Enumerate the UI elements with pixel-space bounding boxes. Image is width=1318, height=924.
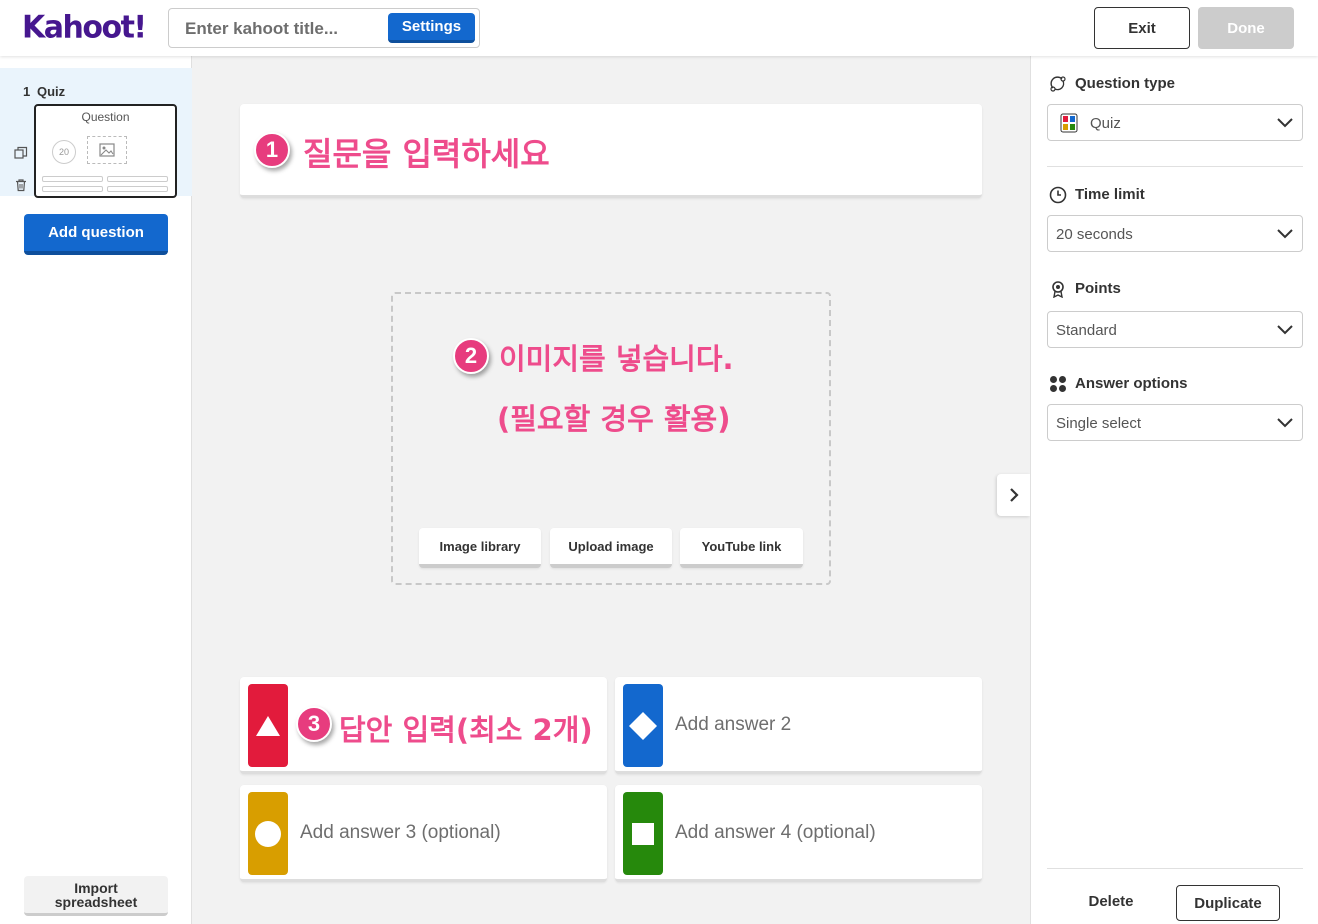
top-bar: Kahoot! Enter kahoot title... Settings E… — [0, 0, 1318, 56]
duplicate-icon[interactable] — [14, 146, 28, 160]
collapse-panel-button[interactable] — [997, 474, 1030, 516]
answer-3-card[interactable]: Add answer 3 (optional) — [240, 785, 607, 882]
annotation-step2-subtext: (필요할 경우 활용) — [497, 402, 731, 436]
quiz-icon — [1060, 113, 1078, 133]
question-type-select[interactable]: Quiz — [1047, 104, 1303, 141]
time-limit-value: 20 seconds — [1056, 226, 1133, 243]
points-value: Standard — [1056, 322, 1117, 339]
trash-icon[interactable] — [14, 178, 28, 192]
import-spreadsheet-button[interactable]: Import spreadsheet — [24, 876, 168, 916]
time-limit-label: Time limit — [1075, 186, 1145, 203]
time-limit-select[interactable]: 20 seconds — [1047, 215, 1303, 252]
image-library-button[interactable]: Image library — [419, 528, 541, 568]
answer-4-input[interactable]: Add answer 4 (optional) — [675, 822, 876, 844]
answer-options-value: Single select — [1056, 415, 1142, 432]
divider — [1047, 166, 1303, 167]
answer-2-shape — [623, 684, 663, 767]
answer-4-shape — [623, 792, 663, 875]
thumb-answer-line — [42, 186, 103, 192]
upload-image-button[interactable]: Upload image — [550, 528, 672, 568]
import-label-line1: Import — [74, 879, 118, 896]
step-badge-1: 1 — [254, 132, 290, 168]
answer-options-label: Answer options — [1075, 375, 1188, 392]
thumb-answer-line — [42, 176, 103, 182]
thumb-timer: 20 — [52, 140, 76, 164]
annotation-step3-text: 답안 입력(최소 2개) — [339, 713, 593, 747]
annotation-step2-text: 이미지를 넣습니다. — [499, 342, 734, 376]
settings-panel: Question type Quiz Time limit 20 seconds… — [1030, 56, 1318, 924]
answer-3-shape — [248, 792, 288, 875]
thumb-image-placeholder — [87, 136, 127, 164]
question-type-icon — [1050, 76, 1066, 92]
clock-icon — [1049, 186, 1067, 204]
slide-item-1[interactable]: 1 Quiz Question 20 — [0, 68, 192, 198]
thumb-answer-line — [107, 176, 168, 182]
medal-icon — [1052, 281, 1064, 298]
youtube-link-button[interactable]: YouTube link — [680, 528, 803, 568]
diamond-icon — [629, 711, 657, 740]
question-type-value: Quiz — [1090, 115, 1121, 132]
add-question-button[interactable]: Add question — [24, 214, 168, 255]
import-label-line2: spreadsheet — [54, 893, 138, 910]
chevron-down-icon — [1277, 229, 1293, 239]
answer-1-card[interactable]: 3 답안 입력(최소 2개) — [240, 677, 607, 774]
points-select[interactable]: Standard — [1047, 311, 1303, 348]
image-icon — [99, 143, 115, 157]
kahoot-title-field[interactable]: Enter kahoot title... Settings — [168, 8, 480, 48]
answer-2-input[interactable]: Add answer 2 — [675, 714, 791, 736]
slide-number: 1 — [23, 84, 31, 99]
annotation-step1-text: 질문을 입력하세요 — [303, 135, 550, 173]
dots-grid-icon — [1050, 376, 1066, 392]
answer-1-shape — [248, 684, 288, 767]
answer-4-card[interactable]: Add answer 4 (optional) — [615, 785, 982, 882]
slide-thumbnail[interactable]: Question 20 — [34, 104, 177, 198]
step-badge-3: 3 — [296, 706, 332, 742]
answer-2-card[interactable]: Add answer 2 — [615, 677, 982, 774]
kahoot-title-input[interactable]: Enter kahoot title... — [185, 19, 338, 39]
points-label: Points — [1075, 280, 1121, 297]
exit-button[interactable]: Exit — [1094, 7, 1190, 49]
chevron-right-icon — [1009, 488, 1019, 502]
duplicate-button[interactable]: Duplicate — [1176, 885, 1280, 921]
question-type-label: Question type — [1075, 75, 1176, 92]
chevron-down-icon — [1277, 325, 1293, 335]
circle-icon — [255, 820, 281, 847]
square-icon — [632, 822, 654, 845]
question-input[interactable]: 1 질문을 입력하세요 — [240, 104, 982, 198]
done-button[interactable]: Done — [1198, 7, 1294, 49]
thumb-question-title: Question — [81, 110, 130, 124]
chevron-down-icon — [1277, 118, 1293, 128]
media-upload-area[interactable]: 2 이미지를 넣습니다. (필요할 경우 활용) Image library U… — [391, 292, 831, 585]
delete-button[interactable]: Delete — [1075, 886, 1147, 916]
answer-3-input[interactable]: Add answer 3 (optional) — [300, 822, 501, 844]
chevron-down-icon — [1277, 418, 1293, 428]
divider — [1047, 868, 1303, 869]
kahoot-logo[interactable]: Kahoot! — [22, 9, 147, 46]
triangle-icon — [256, 715, 280, 736]
answer-options-select[interactable]: Single select — [1047, 404, 1303, 441]
slide-type-label: Quiz — [37, 84, 66, 99]
slide-sidebar: 1 Quiz Question 20 Add question Import s… — [0, 56, 192, 924]
thumb-answer-line — [107, 186, 168, 192]
step-badge-2: 2 — [453, 338, 489, 374]
settings-button[interactable]: Settings — [388, 13, 475, 43]
